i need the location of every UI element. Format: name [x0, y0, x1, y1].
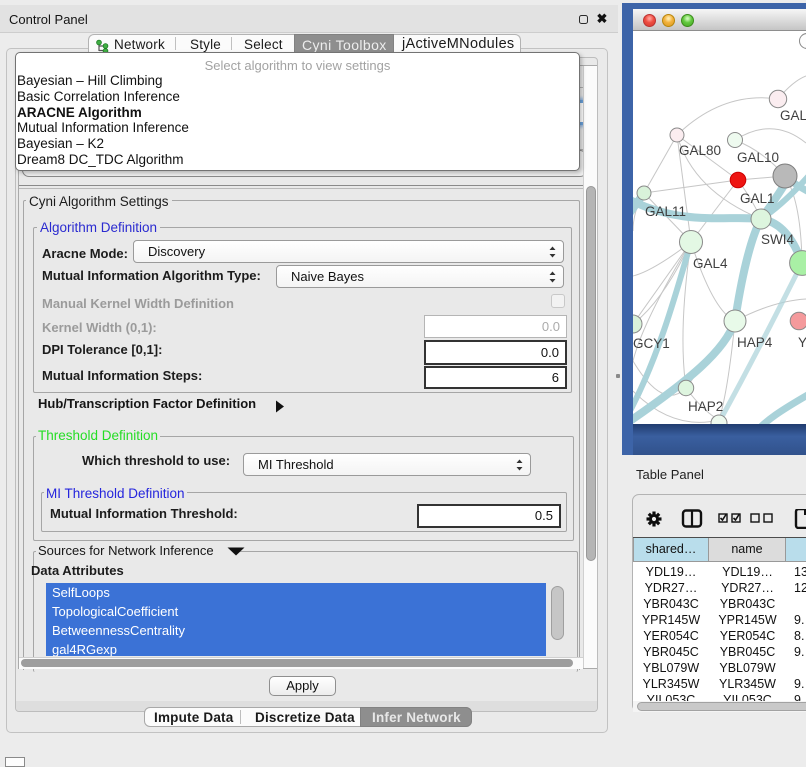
svg-text:GCY1: GCY1 — [633, 336, 670, 351]
svg-text:GAL4: GAL4 — [693, 256, 728, 271]
svg-text:GAL80: GAL80 — [679, 143, 721, 158]
svg-text:GAL: GAL — [780, 108, 806, 123]
svg-text:HAP4: HAP4 — [737, 335, 773, 350]
svg-text:HAP2: HAP2 — [688, 399, 723, 414]
svg-text:GAL10: GAL10 — [737, 150, 779, 165]
svg-text:GAL11: GAL11 — [645, 204, 686, 219]
svg-text:SWI4: SWI4 — [761, 232, 794, 247]
svg-text:GAL1: GAL1 — [740, 191, 775, 206]
svg-text:Y: Y — [798, 335, 806, 350]
